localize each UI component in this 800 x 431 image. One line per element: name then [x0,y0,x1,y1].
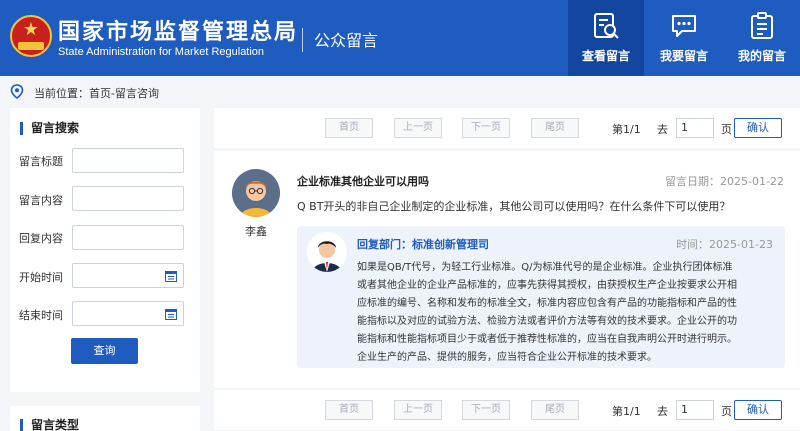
field-label: 结束时间 [19,309,63,322]
start-date-input[interactable] [72,263,184,288]
reply-search-input[interactable] [72,225,184,250]
reply-text: 如果是QB/T代号，为轻工行业标准。Q/为标准代号的是企业标准。企业执行团体标准… [357,259,775,367]
breadcrumb: 当前位置：首页-留言咨询 [0,76,800,106]
first-page-button[interactable]: 首页 [325,118,373,138]
reply-line: 应标准的编号、名称和发布的标准全文，标准内容应包含有产品的功能指标和产品的性 [357,298,737,309]
reply-avatar [307,232,347,272]
nav-leave-message[interactable]: 我要留言 [646,0,722,76]
user-name: 李鑫 [245,225,267,238]
next-page-button[interactable]: 下一页 [462,400,510,420]
message-question: Q BT开头的非自己企业制定的企业标准，其他公司可以使用吗？在什么条件下可以使用… [297,200,731,213]
page-info: 第1/1 [612,405,641,418]
last-page-button[interactable]: 尾页 [531,118,579,138]
end-date-input[interactable] [72,301,184,326]
prev-page-button[interactable]: 上一页 [394,118,442,138]
nav-view-messages[interactable]: 查看留言 [568,0,644,76]
next-page-button[interactable]: 下一页 [462,118,510,138]
page-number-input[interactable]: 1 [676,400,714,420]
breadcrumb-text: 当前位置：首页-留言咨询 [34,87,159,100]
first-page-button[interactable]: 首页 [325,400,373,420]
field-label: 留言内容 [19,194,63,207]
goto-label: 去 [657,123,668,136]
reply-line: 如果是QB/T代号，为轻工行业标准。Q/为标准代号的是企业标准。企业执行团体标准 [357,262,733,273]
header-divider [302,28,303,52]
page-unit-label: 页 [721,405,732,418]
message-card: 李鑫 企业标准其他企业可以用吗 留言日期：2025-01-22 Q BT开头的非… [214,151,800,388]
user-avatar [232,169,280,217]
message-type-title: 留言类型 [20,419,79,431]
confirm-page-button[interactable]: 确认 [734,400,782,420]
nav-my-messages[interactable]: 我的留言 [724,0,800,76]
calendar-icon[interactable] [165,308,177,320]
prev-page-button[interactable]: 上一页 [394,400,442,420]
message-title[interactable]: 企业标准其他企业可以用吗 [297,173,429,189]
title-search-input[interactable] [72,148,184,173]
field-label: 留言标题 [19,155,63,168]
message-type-panel: 留言类型 [10,406,200,431]
reply-date: 时间：2025-01-23 [676,238,773,251]
reply-line: 或者其他企业的企业产品标准的，应事先获得其授权，由获授权生产企业按要求公开相 [357,280,737,291]
field-label: 回复内容 [19,232,63,245]
site-subtitle: State Administration for Market Regulati… [58,46,265,58]
message-date: 留言日期：2025-01-22 [665,175,784,188]
site-header: ★ 国家市场监督管理总局 State Administration for Ma… [0,0,800,76]
last-page-button[interactable]: 尾页 [531,400,579,420]
goto-label: 去 [657,405,668,418]
page-number-input[interactable]: 1 [676,118,714,138]
reply-line: 企业生产的产品、提供的服务，应当符合企业公开标准的技术要求。 [357,352,657,363]
page-unit-label: 页 [721,123,732,136]
field-label: 开始时间 [19,271,63,284]
site-title[interactable]: 国家市场监督管理总局 [58,14,298,46]
pager-top: 首页 上一页 下一页 尾页 第1/1 去 1 页 确认 [214,108,800,148]
search-panel: 留言搜索 留言标题 留言内容 回复内容 开始时间 结束时间 查询 [10,108,200,392]
reply-box: 回复部门：标准创新管理司 时间：2025-01-23 如果是QB/T代号，为轻工… [297,226,785,368]
reply-department: 回复部门：标准创新管理司 [357,238,489,251]
chat-bubble-icon [672,15,696,37]
reply-line: 能指标以及对应的试验方法、检验方法或者评价方法等有效的技术要求。企业公开的功 [357,316,737,327]
search-document-icon [594,13,619,39]
search-panel-title: 留言搜索 [20,122,79,135]
clipboard-list-icon [751,12,773,39]
content-search-input[interactable] [72,186,184,211]
location-pin-icon [10,84,24,99]
reply-line: 能指标和性能指标项目少于或者低于推荐性标准的，应当在自我声明公开时进行明示。 [357,334,737,345]
nav-label: 我要留言 [659,49,708,63]
confirm-page-button[interactable]: 确认 [734,118,782,138]
page-info: 第1/1 [612,123,641,136]
calendar-icon[interactable] [165,270,177,282]
pager-bottom: 首页 上一页 下一页 尾页 第1/1 去 1 页 确认 [214,390,800,430]
nav-label: 查看留言 [581,49,630,63]
national-emblem-logo: ★ [10,15,52,57]
query-button[interactable]: 查询 [71,338,138,364]
nav-label: 我的留言 [737,49,786,63]
section-title: 公众留言 [314,31,379,50]
